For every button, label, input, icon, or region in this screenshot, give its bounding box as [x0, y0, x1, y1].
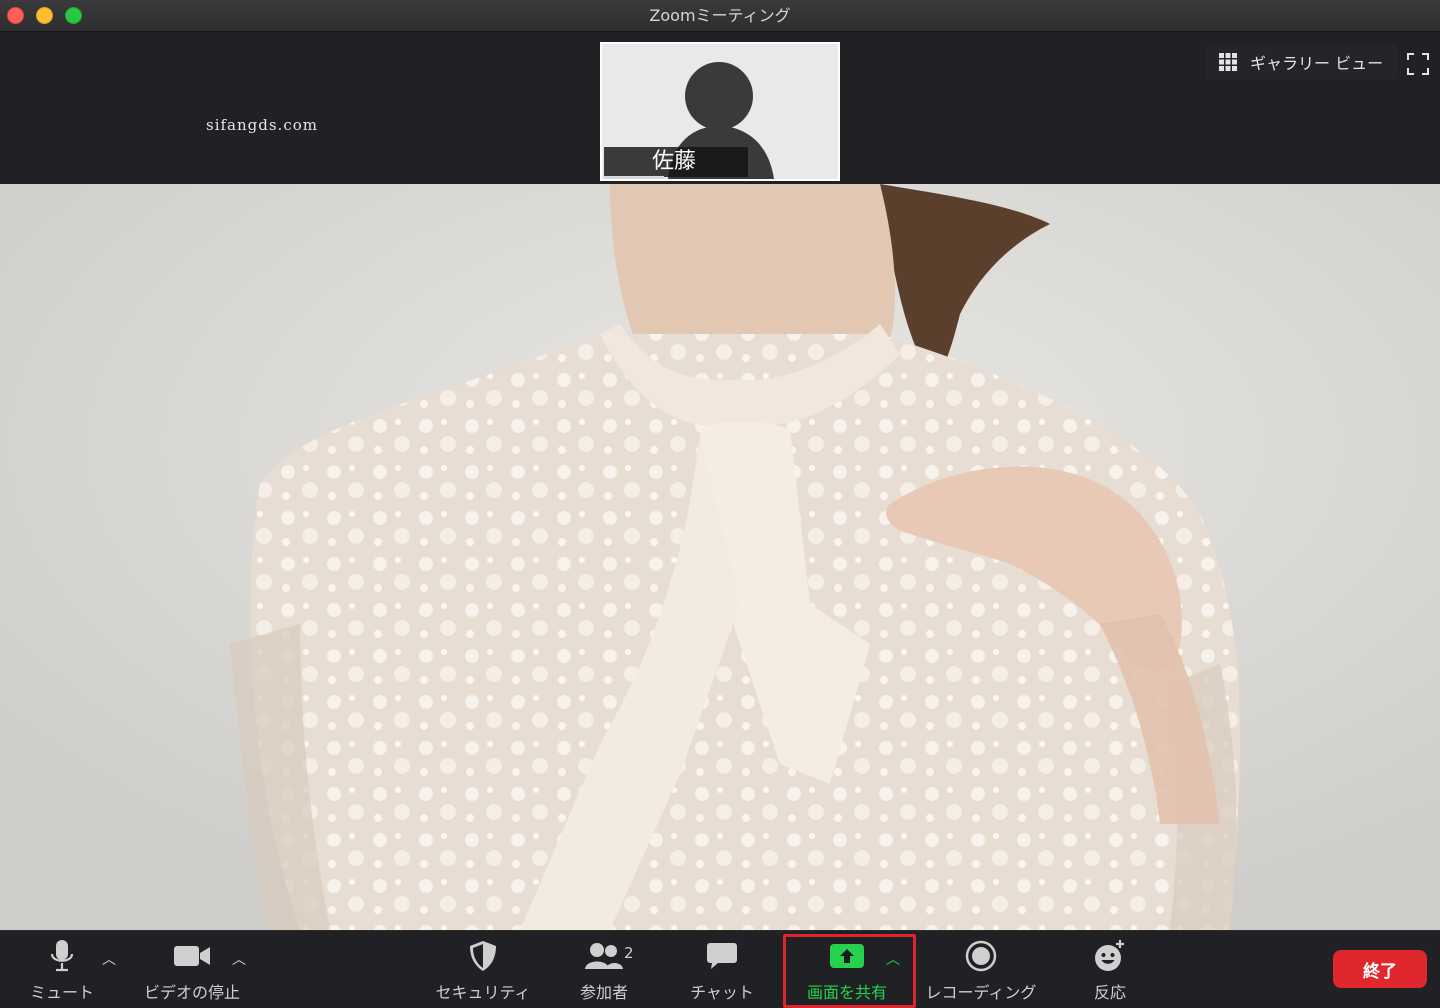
share-screen-button[interactable]: 画面を共有 [800, 931, 894, 1008]
participants-icon [585, 943, 623, 969]
participant-thumbnail[interactable]: 佐藤 [600, 42, 840, 181]
emoji-reaction-icon [1095, 940, 1124, 971]
record-icon [965, 940, 997, 972]
share-screen-label: 画面を共有 [806, 983, 887, 1002]
meeting-toolbar: ミュート ︿ ビデオの停止 ︿ セキュリティ 参加者 2 チャット 画面を共有 … [0, 930, 1440, 1008]
audio-options-caret-icon[interactable]: ︿ [102, 949, 116, 969]
reactions-label: 反応 [1093, 983, 1126, 1002]
video-camera-icon [174, 946, 210, 966]
participant-name-label: 佐藤 [604, 147, 748, 177]
stop-video-button[interactable]: ビデオの停止 [140, 931, 244, 1008]
gallery-view-label: ギャラリー ビュー [1250, 54, 1384, 73]
shield-icon [470, 941, 496, 971]
recording-label: レコーディング [925, 983, 1037, 1002]
fullscreen-icon[interactable] [1404, 50, 1432, 78]
share-screen-icon [830, 944, 864, 968]
video-options-caret-icon[interactable]: ︿ [232, 949, 246, 969]
reactions-button[interactable]: 反応 [1082, 931, 1138, 1008]
security-button[interactable]: セキュリティ [430, 931, 536, 1008]
chat-button[interactable]: チャット [686, 931, 758, 1008]
end-meeting-button[interactable]: 終了 [1333, 950, 1427, 988]
participants-count: 2 [624, 944, 634, 962]
window-title: Zoomミーティング [649, 6, 791, 25]
microphone-icon [50, 940, 74, 972]
security-label: セキュリティ [435, 983, 531, 1002]
mute-button[interactable]: ミュート [26, 931, 98, 1008]
chat-label: チャット [690, 983, 754, 1002]
window-titlebar: Zoomミーティング [0, 0, 1440, 32]
gallery-view-button[interactable]: ギャラリー ビュー [1206, 44, 1398, 80]
speaker-video-image [0, 184, 1440, 930]
share-options-caret-icon[interactable]: ︿ [886, 949, 900, 969]
thumbnail-strip: sifangds.com 佐藤 ギャラリー ビュー [0, 32, 1440, 184]
chat-bubble-icon [707, 943, 737, 969]
mute-label: ミュート [29, 983, 94, 1002]
stop-video-label: ビデオの停止 [143, 983, 240, 1002]
grid-icon [1219, 53, 1237, 71]
recording-button[interactable]: レコーディング [920, 931, 1042, 1008]
thumbnail-underline [604, 176, 664, 179]
watermark-text: sifangds.com [206, 116, 318, 134]
participants-label: 参加者 [579, 983, 628, 1002]
participants-button[interactable]: 参加者 [572, 931, 636, 1008]
main-video-feed [0, 184, 1440, 930]
